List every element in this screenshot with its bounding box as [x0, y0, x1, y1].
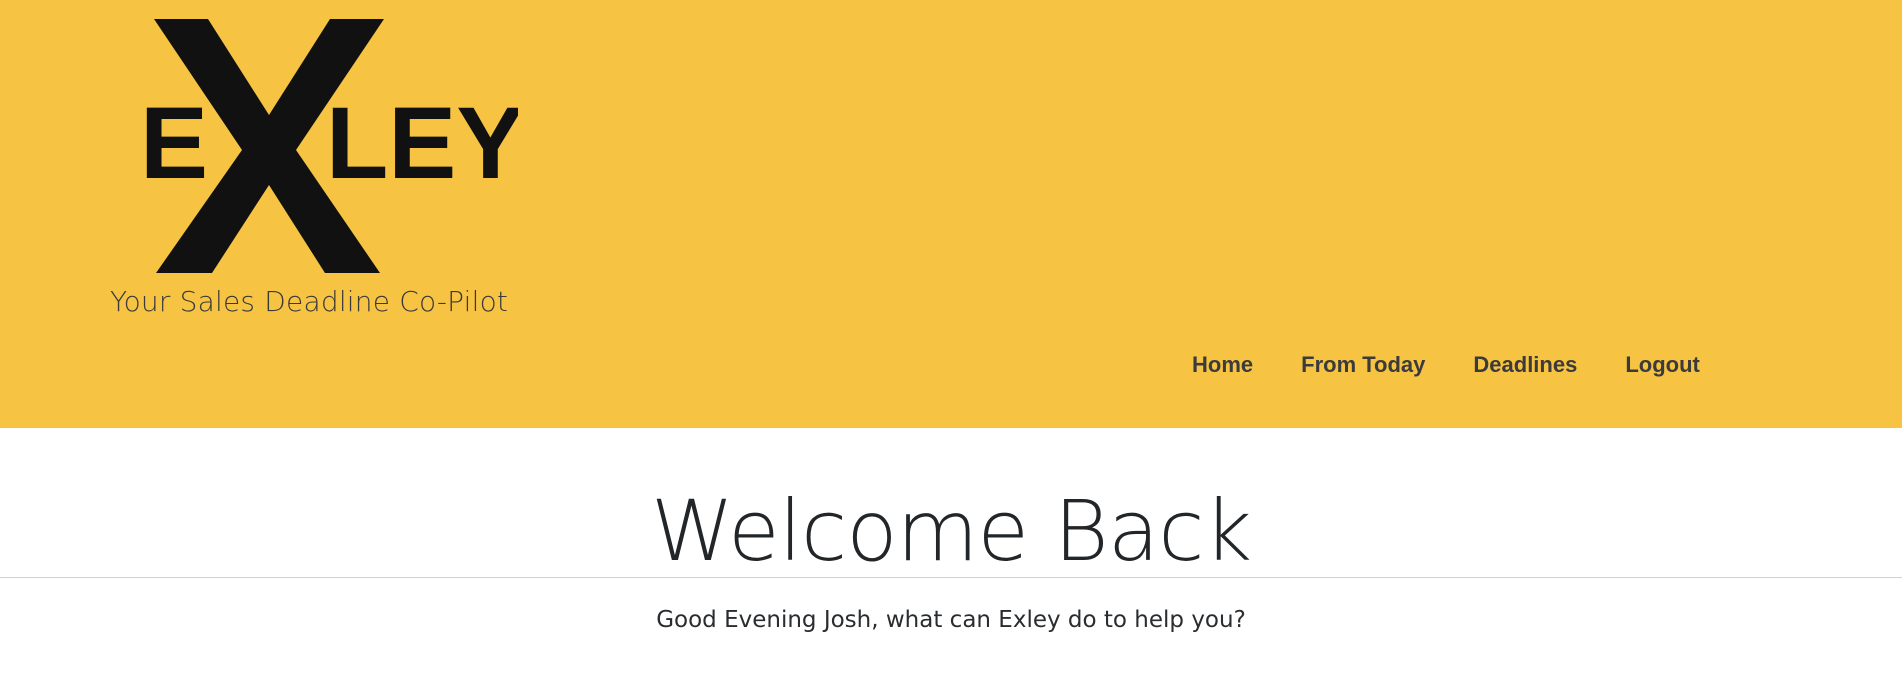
tagline: Your Sales Deadline Co-Pilot — [110, 285, 509, 318]
site-header: E LEY Your Sales Deadline Co-Pilot Home … — [0, 0, 1902, 428]
page-title: Welcome Back — [650, 482, 1252, 580]
nav-logout[interactable]: Logout — [1601, 348, 1724, 382]
divider — [0, 577, 1902, 578]
nav-home[interactable]: Home — [1168, 348, 1277, 382]
exley-logo[interactable]: E LEY — [138, 15, 518, 277]
greeting-text: Good Evening Josh, what can Exley do to … — [656, 607, 1246, 633]
main-nav: Home From Today Deadlines Logout — [1168, 348, 1724, 382]
exley-logo-graphic: E LEY — [140, 19, 518, 273]
logo-letter-e: E — [140, 86, 208, 200]
nav-deadlines[interactable]: Deadlines — [1449, 348, 1601, 382]
logo-letters-ley: LEY — [326, 86, 518, 200]
nav-from-today[interactable]: From Today — [1277, 348, 1449, 382]
